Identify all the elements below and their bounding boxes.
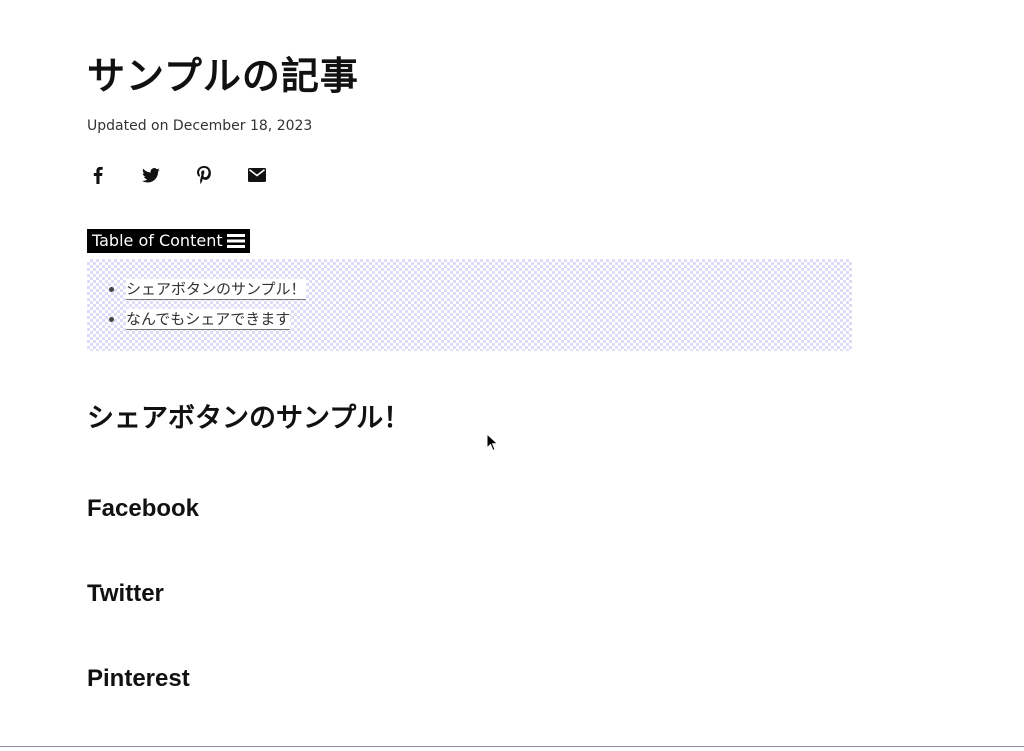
toc-list: シェアボタンのサンプル！ なんでもシェアできます: [109, 277, 306, 337]
facebook-share-button[interactable]: [87, 164, 109, 186]
toc-toggle-label: Table of Content: [92, 231, 223, 250]
page: サンプルの記事 Updated on December 18, 2023 Tab…: [0, 0, 1024, 751]
section-heading: シェアボタンのサンプル！: [87, 403, 411, 434]
twitter-heading: Twitter: [87, 580, 164, 607]
window-bottom-border: [0, 746, 1024, 747]
twitter-icon: [142, 167, 160, 183]
updated-date: Updated on December 18, 2023: [87, 118, 313, 134]
bullet-icon: [109, 286, 114, 292]
toc-item: なんでもシェアできます: [109, 307, 306, 331]
facebook-heading: Facebook: [87, 495, 200, 522]
facebook-icon: [93, 166, 103, 184]
email-share-button[interactable]: [246, 164, 268, 186]
toc-item: シェアボタンのサンプル！: [109, 277, 306, 301]
pinterest-heading: Pinterest: [87, 665, 190, 692]
toc-link-share-anything[interactable]: なんでもシェアできます: [126, 308, 291, 330]
twitter-share-button[interactable]: [140, 164, 162, 186]
menu-icon: [226, 233, 245, 249]
share-buttons: [87, 163, 299, 187]
toc-toggle-button[interactable]: Table of Content: [87, 229, 250, 253]
article-title: サンプルの記事: [87, 54, 359, 98]
pinterest-icon: [197, 166, 211, 184]
mouse-cursor-icon: [486, 432, 500, 453]
email-icon: [248, 168, 266, 182]
table-of-contents: シェアボタンのサンプル！ なんでもシェアできます: [87, 259, 852, 351]
toc-link-share-sample[interactable]: シェアボタンのサンプル！: [126, 278, 306, 300]
pinterest-share-button[interactable]: [193, 164, 215, 186]
bullet-icon: [109, 316, 114, 322]
